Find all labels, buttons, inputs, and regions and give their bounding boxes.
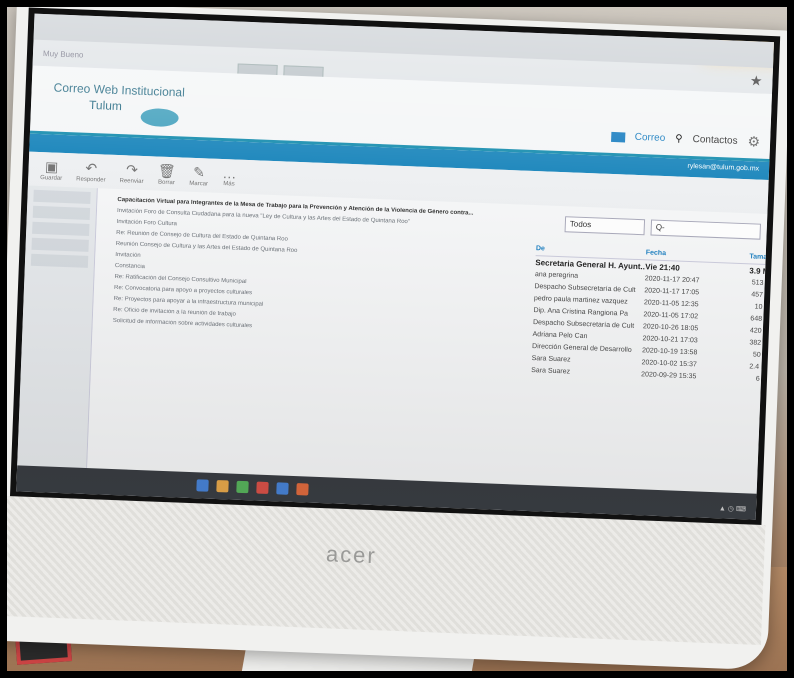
delete-button[interactable]: 🗑 Borrar — [157, 162, 176, 186]
nav-contacts[interactable]: Contactos — [692, 134, 737, 147]
save-button[interactable]: ▣ Guardar — [40, 158, 63, 182]
app-icon[interactable] — [276, 482, 289, 495]
system-tray[interactable]: ▲ ◷ ⌨ — [719, 504, 746, 513]
col-size[interactable]: Tamaño — [731, 253, 776, 261]
nav-mail[interactable]: Correo — [635, 132, 666, 144]
site-subtitle: Tulum — [88, 97, 123, 114]
folder-sidebar — [16, 185, 98, 489]
folder-item[interactable] — [31, 237, 89, 252]
logo-swirl — [140, 107, 179, 128]
search-input[interactable]: Q- — [650, 219, 761, 240]
col-date[interactable]: Fecha — [646, 249, 731, 259]
photo: Muy Bueno ★ Correo Web Institucional Tul… — [7, 7, 787, 671]
start-icon[interactable] — [196, 479, 209, 492]
col-from[interactable]: De — [536, 245, 646, 256]
monitor: Muy Bueno ★ Correo Web Institucional Tul… — [7, 7, 787, 671]
app-icon[interactable] — [256, 481, 269, 495]
gear-icon[interactable]: ⚙ — [747, 133, 760, 150]
message-list: Capacitación Virtual para Integrantes de… — [86, 188, 776, 514]
mark-button[interactable]: ✎ Marcar — [189, 163, 209, 187]
contacts-icon[interactable]: ⚲ — [675, 133, 683, 144]
mail-icon[interactable] — [610, 131, 625, 142]
folder-item[interactable] — [32, 205, 91, 220]
brand-logo: acer — [325, 541, 378, 569]
app-icon[interactable] — [296, 483, 309, 496]
forward-button[interactable]: ↷ Reenviar — [119, 161, 144, 185]
folder-item[interactable] — [32, 221, 90, 236]
message-table: De Fecha Tamaño Secretaria General H. Ay… — [531, 245, 776, 385]
folder-item[interactable] — [33, 189, 91, 204]
browser-icon[interactable] — [236, 480, 249, 494]
star-icon[interactable]: ★ — [750, 72, 763, 89]
filter-select[interactable]: Todos — [564, 216, 646, 236]
bookmark-text[interactable]: Muy Bueno — [43, 49, 84, 60]
folder-item[interactable] — [30, 253, 89, 268]
monitor-screen: Muy Bueno ★ Correo Web Institucional Tul… — [9, 7, 781, 526]
site-title: Correo Web Institucional — [53, 80, 186, 100]
reply-button[interactable]: ↶ Responder — [76, 159, 106, 183]
folder-icon[interactable] — [216, 480, 229, 493]
more-button[interactable]: … Más — [222, 165, 237, 188]
